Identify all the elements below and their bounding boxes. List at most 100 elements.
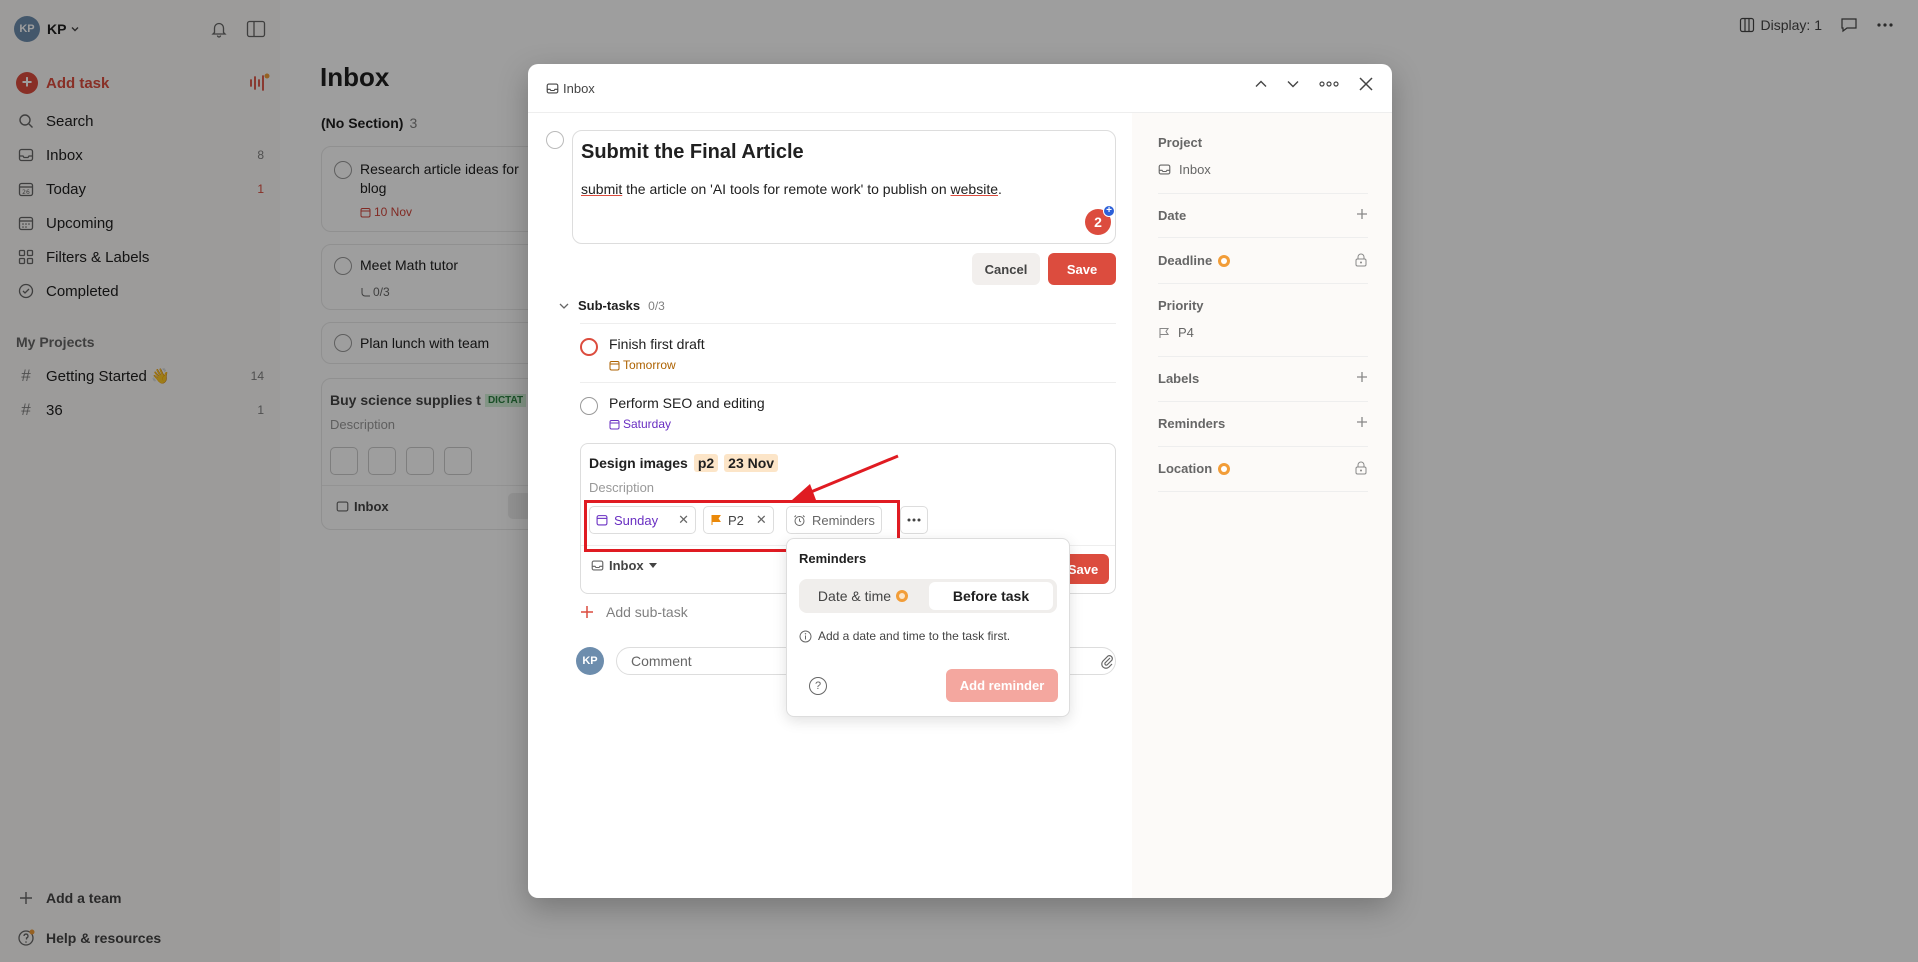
- subtask-date-label: Saturday: [623, 417, 672, 431]
- subtasks-header[interactable]: Sub-tasks 0/3: [558, 298, 1116, 313]
- reminders-info-text: Add a date and time to the task first.: [818, 629, 1011, 643]
- more-icon[interactable]: [1318, 77, 1340, 91]
- comment-avatar: KP: [576, 647, 604, 675]
- calendar-icon: [609, 419, 620, 429]
- add-subtask-label: Add sub-task: [606, 604, 688, 620]
- plus-icon[interactable]: [1356, 371, 1368, 383]
- inbox-icon: [1158, 164, 1171, 175]
- upgrade-badge-icon: [1218, 462, 1231, 475]
- inbox-icon: [546, 82, 559, 94]
- lock-icon: [1354, 253, 1368, 267]
- date-field[interactable]: Date: [1158, 208, 1368, 223]
- more-actions-button[interactable]: [900, 506, 928, 534]
- priority-field-label: Priority: [1158, 298, 1204, 313]
- location-field[interactable]: Location: [1158, 461, 1368, 476]
- breadcrumb-label: Inbox: [563, 80, 595, 96]
- subtask-date-label: Tomorrow: [623, 358, 676, 372]
- lock-icon: [1354, 461, 1368, 475]
- task-editor[interactable]: Submit the Final Article submit the arti…: [572, 130, 1116, 244]
- subtasks-label: Sub-tasks: [578, 298, 641, 313]
- priority-field-value: P4: [1158, 325, 1368, 340]
- info-icon: [799, 630, 812, 642]
- project-select-label: Inbox: [609, 558, 644, 573]
- desc-end: .: [998, 181, 1002, 197]
- desc-text: the article on 'AI tools for remote work…: [622, 181, 951, 197]
- divider: [1158, 491, 1368, 492]
- date-field-label: Date: [1158, 208, 1187, 223]
- tab-date-time-label: Date & time: [817, 588, 892, 604]
- project-field[interactable]: Project Inbox: [1158, 135, 1368, 177]
- subtask-title: Finish first draft: [609, 336, 705, 352]
- help-icon[interactable]: ?: [809, 677, 827, 695]
- date-token: 23 Nov: [724, 454, 779, 472]
- priority-value-text: P4: [1178, 325, 1194, 340]
- plus-icon[interactable]: [1356, 416, 1368, 428]
- plus-icon: [580, 605, 594, 619]
- project-value-text: Inbox: [1179, 162, 1211, 177]
- location-field-label: Location: [1158, 461, 1368, 476]
- deadline-field[interactable]: Deadline: [1158, 253, 1368, 268]
- labels-field[interactable]: Labels: [1158, 371, 1368, 386]
- calendar-icon: [609, 360, 620, 370]
- desc-word: website: [950, 181, 998, 197]
- chevron-up-icon[interactable]: [1254, 77, 1268, 91]
- subtask-editor-title-text: Design images: [589, 455, 688, 471]
- subtask-editor-title[interactable]: Design images p2 23 Nov: [589, 454, 779, 472]
- divider: [1158, 283, 1368, 284]
- divider: [1158, 193, 1368, 194]
- priority-field[interactable]: Priority P4: [1158, 298, 1368, 340]
- subtask-date: Saturday: [609, 417, 671, 431]
- breadcrumb[interactable]: Inbox: [546, 81, 595, 96]
- subtasks-count: 0/3: [648, 298, 665, 313]
- add-subtask-button[interactable]: Add sub-task: [580, 604, 688, 620]
- tab-date-time[interactable]: Date & time: [799, 579, 927, 613]
- chevron-down-icon[interactable]: [558, 300, 570, 312]
- labels-field-label: Labels: [1158, 371, 1200, 386]
- plus-icon[interactable]: [1356, 208, 1368, 220]
- more-icon: [907, 518, 921, 522]
- paperclip-icon[interactable]: [1100, 653, 1114, 669]
- task-complete-checkbox[interactable]: [546, 131, 564, 149]
- caret-down-icon: [648, 562, 657, 569]
- divider: [580, 382, 1116, 383]
- reminders-popup: Reminders Date & time Before task Add a …: [786, 538, 1070, 717]
- reminder-type-toggle: Date & time Before task: [799, 579, 1057, 613]
- tab-before-task[interactable]: Before task: [929, 582, 1053, 610]
- project-field-value: Inbox: [1158, 162, 1368, 177]
- subtask-editor-description[interactable]: Description: [589, 480, 654, 495]
- close-icon[interactable]: [1358, 76, 1374, 92]
- task-title-input[interactable]: Submit the Final Article: [581, 141, 804, 164]
- cancel-button[interactable]: Cancel: [972, 253, 1040, 285]
- deadline-label-text: Deadline: [1158, 253, 1213, 268]
- upgrade-badge-icon: [896, 590, 909, 602]
- save-button[interactable]: Save: [1048, 253, 1116, 285]
- upgrade-badge-icon: [1218, 254, 1231, 267]
- desc-word: submit: [581, 181, 623, 197]
- add-reminder-button[interactable]: Add reminder: [946, 669, 1058, 702]
- divider: [1158, 401, 1368, 402]
- subtask-checkbox[interactable]: [580, 397, 598, 415]
- subtask-title: Perform SEO and editing: [609, 395, 765, 411]
- project-select[interactable]: Inbox: [591, 558, 657, 573]
- reminders-popup-title: Reminders: [799, 551, 867, 566]
- subtask-row[interactable]: Finish first draft Tomorrow: [580, 336, 1116, 384]
- location-label-text: Location: [1158, 461, 1213, 476]
- subtask-row[interactable]: Perform SEO and editing Saturday: [580, 395, 1116, 443]
- plus-icon: +: [1103, 205, 1115, 217]
- divider: [1158, 356, 1368, 357]
- reminders-field[interactable]: Reminders: [1158, 416, 1368, 431]
- deadline-field-label: Deadline: [1158, 253, 1368, 268]
- subtask-checkbox[interactable]: [580, 338, 598, 356]
- divider: [1158, 237, 1368, 238]
- annotation-arrow: [792, 454, 899, 500]
- divider: [580, 323, 1116, 324]
- flag-icon: [1159, 327, 1170, 338]
- grammarly-count: 2: [1094, 214, 1102, 230]
- divider: [1158, 446, 1368, 447]
- subtask-date: Tomorrow: [609, 358, 676, 372]
- task-description-input[interactable]: submit the article on 'AI tools for remo…: [581, 181, 1002, 197]
- chevron-down-icon[interactable]: [1286, 77, 1300, 91]
- reminders-info: Add a date and time to the task first.: [799, 629, 1010, 643]
- grammarly-badge[interactable]: 2 +: [1085, 205, 1115, 235]
- modal-actions: [1254, 76, 1374, 92]
